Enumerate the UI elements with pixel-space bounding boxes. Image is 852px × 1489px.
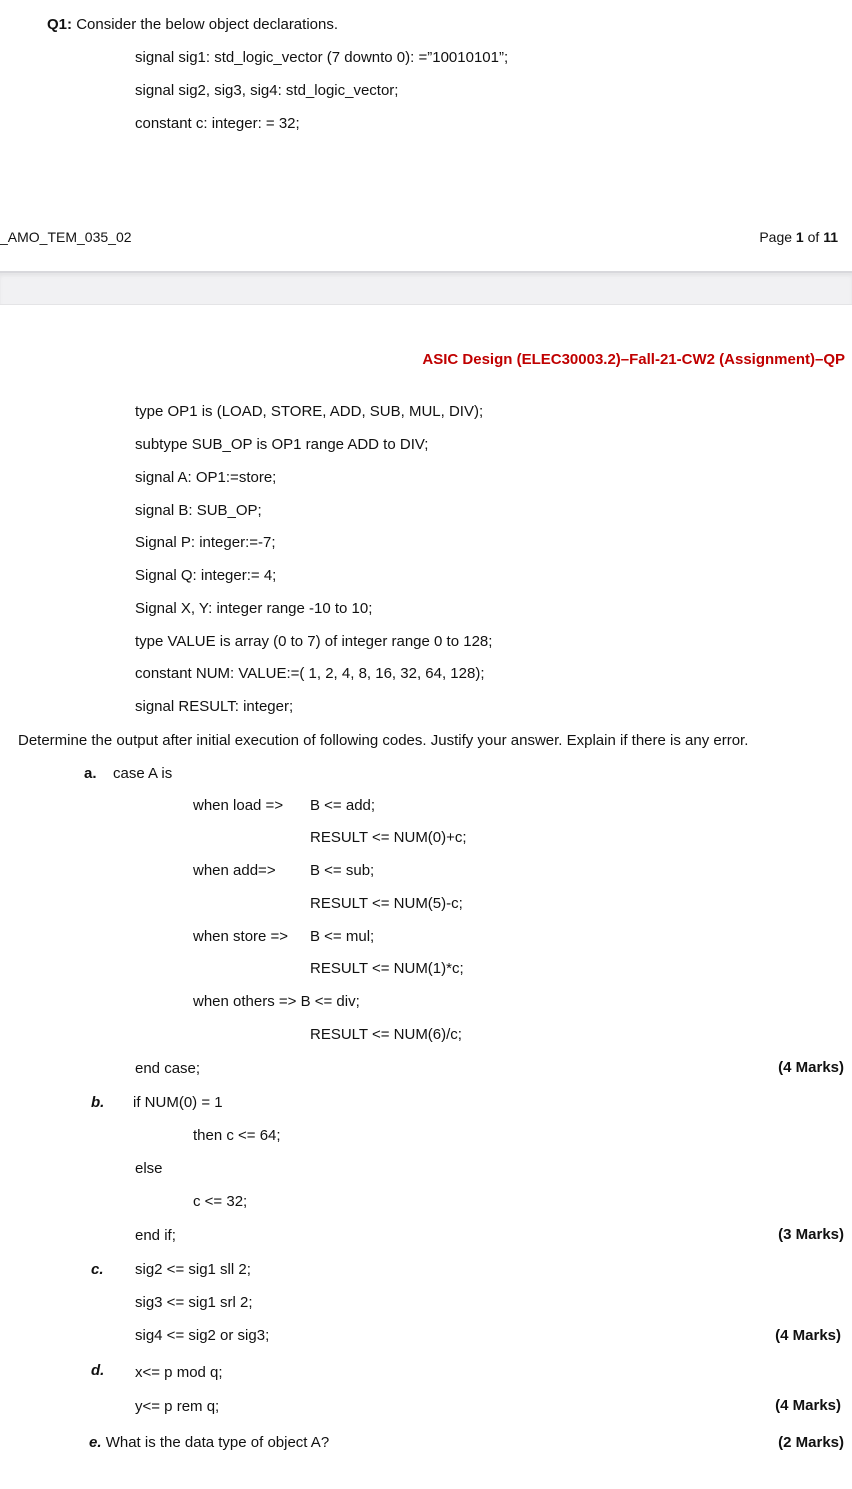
case-stmt: RESULT <= NUM(0)+c; xyxy=(310,829,467,846)
case-stmt: B <= mul; xyxy=(310,928,375,945)
declaration-line: constant c: integer: = 32; xyxy=(135,115,300,132)
case-stmt: B <= add; xyxy=(310,797,376,814)
case-end: end case; xyxy=(135,1060,201,1077)
declaration-line: subtype SUB_OP is OP1 range ADD to DIV; xyxy=(135,436,429,453)
case-head: case A is xyxy=(113,765,173,782)
code-line: sig3 <= sig1 srl 2; xyxy=(135,1294,253,1311)
declaration-line: signal sig1: std_logic_vector (7 downto … xyxy=(135,49,509,66)
instruction-text: Determine the output after initial execu… xyxy=(18,732,749,749)
declaration-line: constant NUM: VALUE:=( 1, 2, 4, 8, 16, 3… xyxy=(135,665,485,682)
part-b-marks: (3 Marks) xyxy=(778,1226,844,1243)
footer-doc-code: _AMO_TEM_035_02 xyxy=(0,229,132,245)
part-c-marks: (4 Marks) xyxy=(775,1327,841,1344)
case-when: when load => xyxy=(193,797,284,814)
part-a-label: a. xyxy=(84,765,97,782)
case-stmt: B <= sub; xyxy=(310,862,375,879)
declaration-line: signal RESULT: integer; xyxy=(135,698,294,715)
declaration-line: signal sig2, sig3, sig4: std_logic_vecto… xyxy=(135,82,399,99)
code-line: sig2 <= sig1 sll 2; xyxy=(135,1261,251,1278)
case-when: when others => B <= div; xyxy=(193,993,360,1010)
declaration-line: signal B: SUB_OP; xyxy=(135,502,262,519)
page-total: 11 xyxy=(823,229,838,245)
code-line: x<= p mod q; xyxy=(135,1364,223,1381)
declaration-line: Signal P: integer:=-7; xyxy=(135,534,276,551)
declaration-line: Signal Q: integer:= 4; xyxy=(135,567,277,584)
case-stmt: RESULT <= NUM(5)-c; xyxy=(310,895,463,912)
code-line: end if; xyxy=(135,1227,176,1244)
part-d-marks: (4 Marks) xyxy=(775,1397,841,1414)
part-d-label: d. xyxy=(91,1362,105,1379)
declaration-line: signal A: OP1:=store; xyxy=(135,469,277,486)
part-c-label: c. xyxy=(91,1261,104,1278)
part-a-marks: (4 Marks) xyxy=(778,1059,844,1076)
declaration-line: type VALUE is array (0 to 7) of integer … xyxy=(135,633,493,650)
part-e-text: What is the data type of object A? xyxy=(105,1434,330,1451)
page-current: 1 xyxy=(795,229,804,245)
case-stmt: RESULT <= NUM(1)*c; xyxy=(310,960,464,977)
declaration-line: Signal X, Y: integer range -10 to 10; xyxy=(135,600,373,617)
code-line: if NUM(0) = 1 xyxy=(133,1094,223,1111)
part-b-label: b. xyxy=(91,1094,105,1111)
page-of: of xyxy=(803,229,824,245)
question-text: Consider the below object declarations. xyxy=(76,16,339,33)
code-line: y<= p rem q; xyxy=(135,1398,220,1415)
part-e-line: e. What is the data type of object A? xyxy=(89,1434,329,1452)
case-when: when store => xyxy=(193,928,289,945)
question-heading: Q1: Consider the below object declaratio… xyxy=(47,16,338,34)
part-e-label: e. xyxy=(89,1434,102,1451)
page-break xyxy=(0,271,852,305)
part-e-marks: (2 Marks) xyxy=(778,1434,844,1451)
page-1: Q1: Consider the below object declaratio… xyxy=(0,0,852,271)
declaration-line: type OP1 is (LOAD, STORE, ADD, SUB, MUL,… xyxy=(135,403,484,420)
footer-page-number: Page 1 of 11 xyxy=(759,228,838,246)
header-title: ASIC Design (ELEC30003.2)–Fall-21-CW2 (A… xyxy=(422,351,845,368)
code-line: sig4 <= sig2 or sig3; xyxy=(135,1327,270,1344)
case-stmt: RESULT <= NUM(6)/c; xyxy=(310,1026,462,1043)
code-line: then c <= 64; xyxy=(193,1127,281,1144)
code-line: else xyxy=(135,1160,163,1177)
case-when: when add=> xyxy=(193,862,276,879)
question-label: Q1: xyxy=(47,16,73,33)
page-prefix: Page xyxy=(759,229,796,245)
code-line: c <= 32; xyxy=(193,1193,248,1210)
